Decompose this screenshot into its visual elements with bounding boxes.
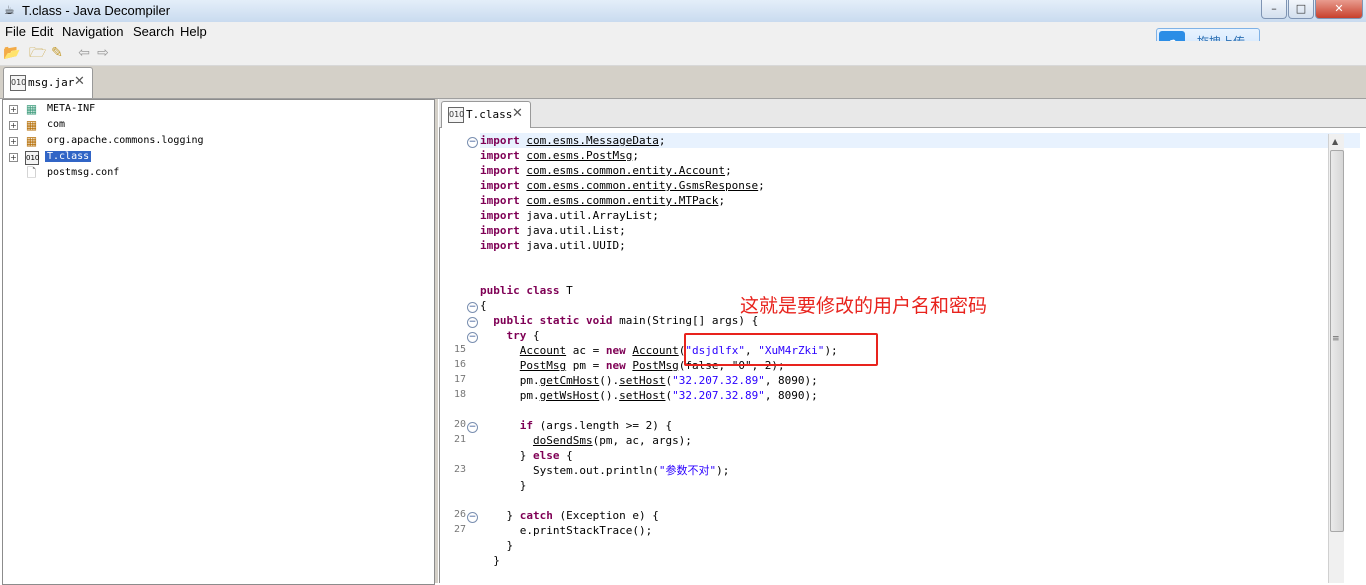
forward-icon[interactable]: ⇨ xyxy=(95,45,111,61)
line-number: 17 xyxy=(453,374,466,385)
tree-item-t-class[interactable]: + 010 T.class xyxy=(3,150,423,166)
code-line: PostMsg pm = new PostMsg(false, "0", 2); xyxy=(519,359,785,372)
jar-file-icon: 010 xyxy=(10,75,26,91)
code-line: doSendSms(pm, ac, args); xyxy=(532,434,692,447)
tab-msg-jar[interactable]: 010 msg.jar ✕ xyxy=(3,67,93,98)
code-line: pm.getCmHost().setHost("32.207.32.89", 8… xyxy=(519,374,818,387)
fold-toggle-icon[interactable]: − xyxy=(467,137,478,148)
tree-item-label: com xyxy=(47,119,66,130)
code-line: import java.util.ArrayList; xyxy=(480,209,659,222)
close-button[interactable]: ✕ xyxy=(1315,0,1363,19)
tab-t-class[interactable]: 010 T.class ✕ xyxy=(441,101,531,128)
line-number: 26 xyxy=(453,509,466,520)
package-icon: ▦ xyxy=(25,118,38,132)
menu-search[interactable]: Search xyxy=(133,24,174,39)
code-line: } xyxy=(519,479,527,492)
code-line: import com.esms.common.entity.Account; xyxy=(480,164,732,177)
toolbar: 📂 🗁 ✎ ⇦ ⇨ xyxy=(0,41,1366,66)
editor-gutter: − − − − 15 16 17 18 20 − 21 23 26 − 27 xyxy=(440,128,480,583)
code-line: } xyxy=(506,539,514,552)
close-tab-icon[interactable]: ✕ xyxy=(512,106,523,121)
menu-edit[interactable]: Edit xyxy=(31,24,53,39)
maximize-button[interactable]: □ xyxy=(1288,0,1314,19)
annotation-text: 这就是要修改的用户名和密码 xyxy=(740,295,988,317)
expand-icon[interactable]: + xyxy=(9,153,18,162)
line-number: 18 xyxy=(453,389,466,400)
code-line: import java.util.UUID; xyxy=(480,239,626,252)
tree-item-com[interactable]: + ▦ com xyxy=(3,118,423,134)
close-tab-icon[interactable]: ✕ xyxy=(74,74,85,89)
tree-item-meta-inf[interactable]: + ▦ META-INF xyxy=(3,102,423,118)
window-title: T.class - Java Decompiler xyxy=(22,3,171,18)
package-icon: ▦ xyxy=(25,102,38,116)
back-icon[interactable]: ⇦ xyxy=(76,45,92,61)
tree-item-org-apache[interactable]: + ▦ org.apache.commons.logging xyxy=(3,134,423,150)
package-tree: + ▦ META-INF + ▦ com + ▦ org.apache.comm… xyxy=(2,99,435,585)
code-line: System.out.println("参数不对"); xyxy=(532,464,730,477)
menu-file[interactable]: File xyxy=(5,24,26,39)
tab-label: msg.jar xyxy=(28,76,75,89)
minimize-button[interactable]: – xyxy=(1261,0,1287,19)
class-file-icon: 010 xyxy=(25,151,39,165)
line-number: 15 xyxy=(453,344,466,355)
class-file-icon: 010 xyxy=(448,107,464,123)
code-line-credentials: Account ac = new Account("dsjdlfx", "XuM… xyxy=(519,344,838,357)
file-icon: 🗋 xyxy=(26,166,37,180)
package-icon: ▦ xyxy=(25,134,38,148)
code-line: } xyxy=(493,554,500,567)
tree-item-label: postmsg.conf xyxy=(47,167,120,178)
expand-icon[interactable]: + xyxy=(9,137,18,146)
tree-item-label: org.apache.commons.logging xyxy=(47,135,204,146)
code-line: import com.esms.MessageData; xyxy=(480,133,1360,148)
code-line: } catch (Exception e) { xyxy=(506,509,659,522)
tree-item-label: T.class xyxy=(45,151,92,162)
open-type-icon[interactable]: 🗁 xyxy=(29,45,46,61)
archive-tab-bar: 010 msg.jar ✕ xyxy=(0,66,1366,99)
menu-navigation[interactable]: Navigation xyxy=(62,24,123,39)
vertical-scrollbar[interactable]: ▲ ≡ xyxy=(1328,134,1344,583)
expand-icon[interactable]: + xyxy=(9,121,18,130)
line-number: 16 xyxy=(453,359,466,370)
hierarchy-icon[interactable]: ✎ xyxy=(49,45,65,61)
fold-toggle-icon[interactable]: − xyxy=(467,332,478,343)
code-line: import java.util.List; xyxy=(480,224,626,237)
fold-toggle-icon[interactable]: − xyxy=(467,317,478,328)
scrollbar-grip-icon: ≡ xyxy=(1332,334,1340,344)
code-line: import com.esms.PostMsg; xyxy=(480,149,639,162)
code-line: } else { xyxy=(519,449,573,462)
pane-splitter[interactable] xyxy=(435,99,438,583)
line-number: 27 xyxy=(453,524,466,535)
tree-item-label: META-INF xyxy=(47,103,96,114)
title-bar: ☕ T.class - Java Decompiler – □ ✕ xyxy=(0,0,1366,23)
line-number: 21 xyxy=(453,434,466,445)
line-number: 20 xyxy=(453,419,466,430)
tab-label: T.class xyxy=(466,108,513,121)
open-folder-icon[interactable]: 📂 xyxy=(3,45,20,61)
app-icon: ☕ xyxy=(4,3,15,17)
tree-item-postmsg-conf[interactable]: 🗋 postmsg.conf xyxy=(3,166,423,182)
code-editor[interactable]: − − − − 15 16 17 18 20 − 21 23 26 − 27 i… xyxy=(439,128,1366,583)
expand-icon[interactable]: + xyxy=(9,105,18,114)
code-line: pm.getWsHost().setHost("32.207.32.89", 8… xyxy=(519,389,818,402)
fold-toggle-icon[interactable]: − xyxy=(467,512,478,523)
code-line: import com.esms.common.entity.MTPack; xyxy=(480,194,726,207)
editor-tab-bar: 010 T.class ✕ xyxy=(439,99,1366,128)
annotation-highlight-box xyxy=(684,333,878,366)
menu-help[interactable]: Help xyxy=(180,24,207,39)
line-number: 23 xyxy=(453,464,466,475)
fold-toggle-icon[interactable]: − xyxy=(467,422,478,433)
scroll-up-icon[interactable]: ▲ xyxy=(1332,137,1338,146)
code-line: e.printStackTrace(); xyxy=(519,524,653,537)
code-line: import com.esms.common.entity.GsmsRespon… xyxy=(480,179,765,192)
fold-toggle-icon[interactable]: − xyxy=(467,302,478,313)
code-line: if (args.length >= 2) { xyxy=(519,419,673,432)
code-line: try { xyxy=(506,329,540,342)
